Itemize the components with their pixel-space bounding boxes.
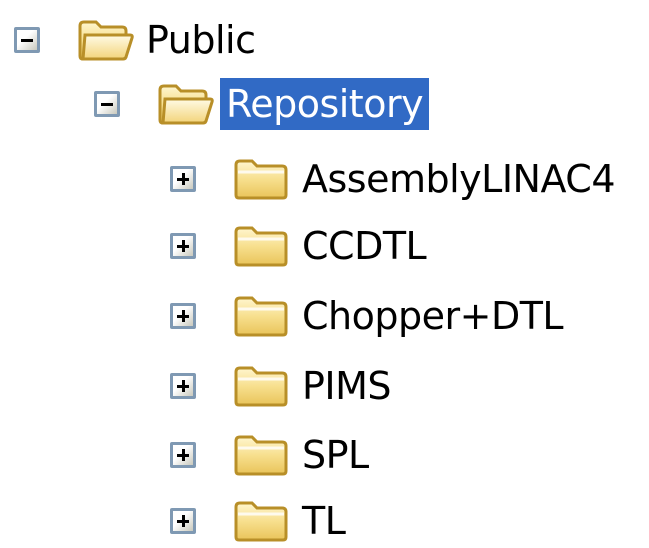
tree-node-label: CCDTL [302, 224, 427, 268]
expand-icon[interactable] [170, 233, 196, 259]
folder-icon [234, 435, 288, 476]
folder-icon [234, 296, 288, 337]
tree-node-label: PIMS [302, 364, 392, 408]
folder-icon [234, 366, 288, 407]
tree-node-ccdtl[interactable]: CCDTL [170, 215, 432, 277]
expand-icon[interactable] [170, 508, 196, 534]
tree-node-spl[interactable]: SPL [170, 424, 375, 486]
tree-node-chopper-dtl[interactable]: Chopper+DTL [170, 285, 569, 347]
tree-node-label: TL [302, 499, 346, 543]
open-folder-icon [78, 20, 134, 61]
tree-node-assemblylinac4[interactable]: AssemblyLINAC4 [170, 148, 621, 210]
expand-icon[interactable] [170, 166, 196, 192]
tree-node-tl[interactable]: TL [170, 490, 351, 548]
tree-node-pims[interactable]: PIMS [170, 355, 397, 417]
folder-icon [234, 501, 288, 542]
folder-icon [234, 159, 288, 200]
tree-node-label: SPL [302, 433, 369, 477]
collapse-icon[interactable] [14, 27, 40, 53]
tree-node-label: Public [146, 18, 256, 62]
open-folder-icon [158, 84, 214, 125]
folder-icon [234, 226, 288, 267]
expand-icon[interactable] [170, 373, 196, 399]
expand-icon[interactable] [170, 303, 196, 329]
tree-node-repository[interactable]: Repository [94, 73, 430, 135]
folder-tree: Public Repository AssemblyLINAC4 CCDTL C… [0, 0, 649, 548]
tree-node-label: Chopper+DTL [302, 294, 564, 338]
tree-node-public[interactable]: Public [14, 9, 261, 71]
expand-icon[interactable] [170, 442, 196, 468]
tree-node-label: AssemblyLINAC4 [302, 157, 616, 201]
tree-node-label: Repository [220, 78, 430, 130]
collapse-icon[interactable] [94, 91, 120, 117]
